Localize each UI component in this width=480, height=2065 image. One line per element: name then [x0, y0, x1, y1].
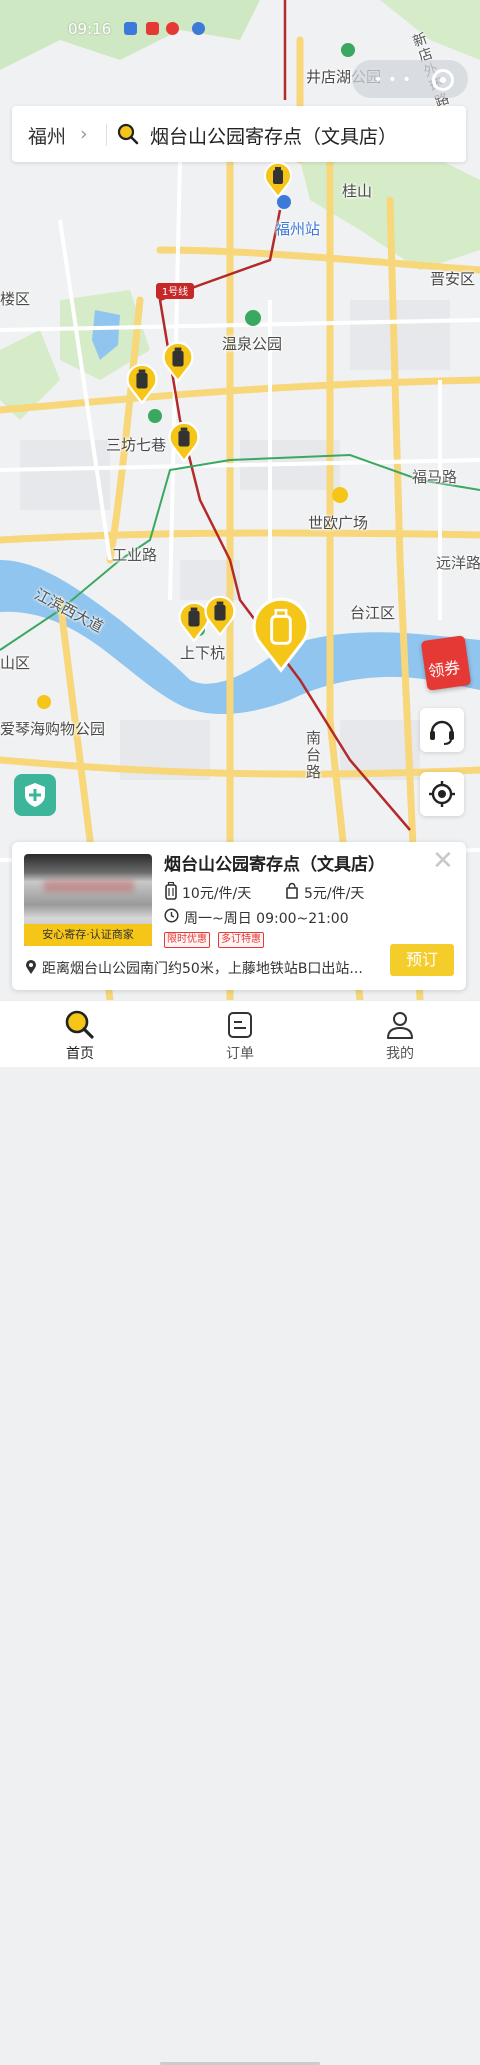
map-label-district: 楼区: [0, 290, 31, 308]
certified-badge: 安心寄存·认证商家: [24, 924, 152, 946]
store-title: 烟台山公园寄存点（文具店）: [164, 855, 385, 875]
promo-tag: 限时优惠: [164, 932, 210, 948]
tab-home[interactable]: 首页: [40, 1001, 120, 1067]
map-label-road: 南台路: [306, 729, 322, 781]
large-luggage-icon: [165, 882, 177, 900]
coupon-button[interactable]: 领券: [420, 632, 472, 691]
tab-profile[interactable]: 我的: [360, 1001, 440, 1067]
coupon-label: 领券: [427, 657, 462, 682]
selected-storage-pin-icon[interactable]: [252, 596, 310, 674]
promo-tag: 多订特惠: [218, 932, 264, 948]
search-home-icon: [65, 1010, 94, 1039]
clock-icon: [164, 908, 179, 923]
storage-pin-icon[interactable]: [204, 596, 236, 636]
storage-pin-icon[interactable]: [264, 162, 292, 198]
city-selector[interactable]: 福州: [28, 122, 66, 149]
map-label-road: 远洋路: [436, 554, 480, 572]
bottom-tab-bar: 首页 订单 我的: [0, 1000, 480, 2065]
map-label-park: 温泉公园: [222, 335, 283, 353]
map-label-road: 福马路: [412, 468, 458, 486]
price-small-bag: 5元/件/天: [304, 886, 365, 902]
tab-label: 我的: [386, 1046, 414, 1062]
search-bar[interactable]: 福州 › 烟台山公园寄存点（文具店）: [12, 106, 466, 162]
locate-button[interactable]: [420, 772, 464, 816]
person-icon: [387, 1012, 413, 1039]
divider: [106, 124, 107, 146]
map-label-district: 台江区: [350, 604, 396, 622]
customer-service-button[interactable]: [420, 708, 464, 752]
small-bag-icon: [286, 882, 298, 899]
map-label-station: 福州站: [275, 220, 321, 238]
search-icon: [117, 123, 139, 145]
crosshair-icon: [429, 781, 455, 807]
map-label-district: 山区: [0, 654, 31, 672]
line1-tag-label: 1号线: [162, 285, 188, 298]
map-label-area: 上下杭: [180, 644, 226, 662]
book-button[interactable]: 预订: [390, 944, 454, 976]
status-time: 09:16: [68, 20, 112, 38]
map-label-square: 世欧广场: [308, 514, 369, 532]
tab-label: 订单: [226, 1046, 254, 1062]
map-label-mall: 爱琴海购物公园: [0, 720, 106, 738]
notification-icon: [166, 22, 179, 35]
shield-plus-icon: [25, 783, 45, 807]
map-label-road: 工业路: [112, 546, 158, 564]
more-icon[interactable]: •••: [374, 72, 417, 88]
map-label-district: 晋安区: [430, 270, 476, 288]
storage-pin-icon[interactable]: [126, 364, 158, 404]
notification-icon: [124, 22, 137, 35]
map-label-guishan: 桂山: [342, 182, 373, 200]
close-icon[interactable]: ✕: [432, 846, 454, 876]
map-label-sanfang: 三坊七巷: [106, 436, 167, 454]
location-pin-icon: [26, 960, 36, 974]
storage-pin-icon[interactable]: [162, 342, 194, 382]
tab-orders[interactable]: 订单: [200, 1001, 280, 1067]
search-input[interactable]: 烟台山公园寄存点（文具店）: [150, 122, 397, 149]
price-large-luggage: 10元/件/天: [182, 886, 252, 902]
opening-hours: 周一~周日 09:00~21:00: [184, 911, 349, 927]
headset-icon: [430, 720, 454, 745]
chevron-right-icon[interactable]: ›: [80, 123, 88, 145]
storage-pin-icon[interactable]: [168, 422, 200, 462]
store-address: 距离烟台山公园南门约50米，上藤地铁站B口出站...: [42, 961, 363, 977]
storage-info-card[interactable]: 安心寄存·认证商家 烟台山公园寄存点（文具店） ✕ 10元/件/天 5元/件/天…: [12, 842, 466, 990]
safety-shield-button[interactable]: [14, 774, 56, 816]
orders-icon: [228, 1012, 252, 1038]
map-control-pill[interactable]: •••: [352, 60, 468, 98]
tab-label: 首页: [66, 1046, 94, 1062]
notification-icon: [192, 22, 205, 35]
status-bar: 09:16: [0, 0, 480, 56]
locate-target-icon[interactable]: [432, 69, 454, 91]
notification-icon: [146, 22, 159, 35]
